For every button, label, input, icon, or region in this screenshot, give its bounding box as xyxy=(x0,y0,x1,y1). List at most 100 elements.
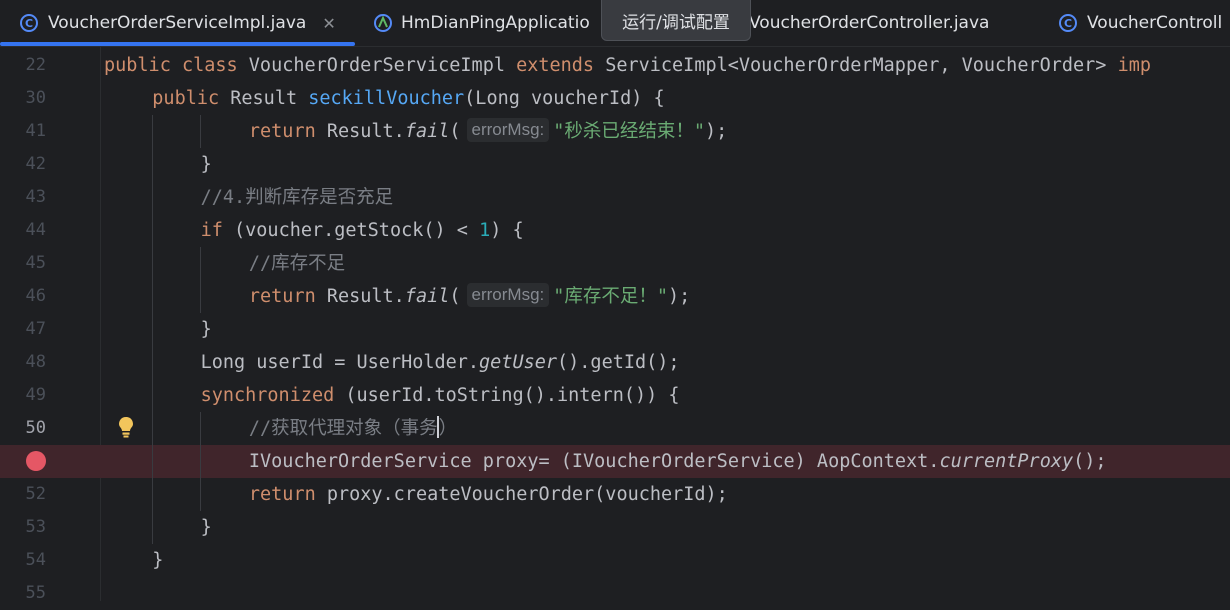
line-number[interactable]: 48 xyxy=(0,346,46,379)
code-line[interactable]: 43 //4.判断库存是否充足 xyxy=(0,181,1230,214)
tab-voucher-order-controller[interactable]: VoucherOrderController.java xyxy=(751,0,989,46)
line-number[interactable]: 41 xyxy=(0,115,46,148)
line-number[interactable]: 42 xyxy=(0,148,46,181)
line-number[interactable]: 43 xyxy=(0,181,46,214)
code-line[interactable]: 44 if (voucher.getStock() < 1) { xyxy=(0,214,1230,247)
indent-guide xyxy=(152,379,153,412)
indent-guide xyxy=(152,346,153,379)
code-text[interactable]: return Result.fail(errorMsg: "秒杀已经结束！"); xyxy=(249,115,727,148)
code-text[interactable]: } xyxy=(152,544,163,577)
indent-guide xyxy=(200,247,201,280)
code-token: VoucherOrderServiceImpl xyxy=(248,55,517,76)
line-number[interactable]: 49 xyxy=(0,379,46,412)
code-token: ().getId(); xyxy=(557,352,680,373)
lightbulb-icon[interactable] xyxy=(116,415,136,439)
code-text[interactable]: //4.判断库存是否充足 xyxy=(201,181,394,214)
code-token: ） xyxy=(438,418,458,439)
line-number[interactable]: 44 xyxy=(0,214,46,247)
code-token: proxy.createVoucherOrder(voucherId); xyxy=(326,484,728,505)
line-number[interactable]: 22 xyxy=(0,49,46,82)
code-token: fail xyxy=(404,121,450,142)
code-text[interactable]: return Result.fail(errorMsg: "库存不足！"); xyxy=(249,280,690,313)
breakpoint-icon[interactable] xyxy=(26,451,46,471)
code-token: //库存不足 xyxy=(248,253,346,274)
code-line[interactable]: 53} xyxy=(0,511,1230,544)
code-token: ) { xyxy=(490,220,524,241)
line-number[interactable]: 30 xyxy=(0,82,46,115)
line-number[interactable]: 52 xyxy=(0,478,46,511)
class-icon: C xyxy=(20,14,38,32)
code-token: (voucher.getStock() < xyxy=(234,220,480,241)
tab-voucher-order-service-impl[interactable]: C VoucherOrderServiceImpl.java ✕ xyxy=(20,0,336,46)
line-number[interactable]: 53 xyxy=(0,511,46,544)
code-line[interactable]: 52 return proxy.createVoucherOrder(vouche… xyxy=(0,478,1230,511)
code-line[interactable]: 49 synchronized (userId.toString().intern… xyxy=(0,379,1230,412)
code-text[interactable]: } xyxy=(201,511,212,544)
indent-guide xyxy=(200,115,201,148)
indent-guide xyxy=(152,280,153,313)
code-line[interactable]: 30 public Result seckillVoucher(Long vouc… xyxy=(0,82,1230,115)
indent-guide xyxy=(152,247,153,280)
indent-guide xyxy=(152,313,153,346)
code-token: ( xyxy=(449,121,461,142)
code-line[interactable]: 47} xyxy=(0,313,1230,346)
code-text[interactable]: public class VoucherOrderServiceImpl ext… xyxy=(104,49,1151,82)
code-token: (); xyxy=(1073,451,1107,472)
parameter-hint: errorMsg: xyxy=(466,118,550,142)
line-number[interactable]: 54 xyxy=(0,544,46,577)
code-token: } xyxy=(152,550,164,571)
code-line[interactable]: 22 public class VoucherOrderServiceImpl e… xyxy=(0,49,1230,82)
tab-label: VoucherControll xyxy=(1087,13,1223,33)
code-token: public class xyxy=(104,55,249,76)
tooltip-text: 运行/调试配置 xyxy=(622,12,730,33)
code-token: (userId.toString().intern()) { xyxy=(345,385,680,406)
code-line[interactable]: 42} xyxy=(0,148,1230,181)
code-line[interactable]: 48 Long userId = UserHolder.getUser().get… xyxy=(0,346,1230,379)
tab-hmdianping-application[interactable]: HmDianPingApplicatio xyxy=(373,0,601,46)
code-token: getUser xyxy=(479,352,558,373)
code-text[interactable]: } xyxy=(201,148,212,181)
code-token: ); xyxy=(705,121,728,142)
active-tab-indicator xyxy=(0,42,355,46)
code-token: (Long voucherId) { xyxy=(464,88,665,109)
code-line[interactable]: IVoucherOrderService proxy= (IVoucherOrd… xyxy=(0,445,1230,478)
code-token: //4.判断库存是否充足 xyxy=(200,187,394,208)
code-line[interactable]: 45 //库存不足 xyxy=(0,247,1230,280)
indent-guide xyxy=(152,181,153,214)
run-debug-config-tooltip: 运行/调试配置 xyxy=(601,0,751,41)
code-text[interactable]: IVoucherOrderService proxy= (IVoucherOrd… xyxy=(249,445,1107,478)
line-number[interactable]: 45 xyxy=(0,247,46,280)
code-text[interactable]: public Result seckillVoucher(Long vouche… xyxy=(152,82,664,115)
tab-voucher-controller[interactable]: C VoucherControll xyxy=(1059,0,1230,46)
code-token: } xyxy=(200,319,212,340)
code-text[interactable]: //获取代理对象（事务） xyxy=(249,412,457,445)
code-text[interactable]: //库存不足 xyxy=(249,247,345,280)
code-line[interactable]: 41 return Result.fail(errorMsg: "秒杀已经结束！")… xyxy=(0,115,1230,148)
line-number[interactable]: 46 xyxy=(0,280,46,313)
line-number[interactable]: 50 xyxy=(0,412,46,445)
code-token: return xyxy=(248,121,327,142)
code-token: imp xyxy=(1117,55,1151,76)
code-line[interactable]: 46 return Result.fail(errorMsg: "库存不足！"); xyxy=(0,280,1230,313)
code-token: 1 xyxy=(479,220,491,241)
code-line[interactable]: 50 //获取代理对象（事务） xyxy=(0,412,1230,445)
indent-guide xyxy=(152,412,153,445)
code-token: Result xyxy=(230,88,309,109)
code-token: seckillVoucher xyxy=(308,88,465,109)
line-number[interactable]: 47 xyxy=(0,313,46,346)
editor-tab-bar: C VoucherOrderServiceImpl.java ✕ HmDianP… xyxy=(0,0,1230,47)
code-line[interactable]: 55 xyxy=(0,577,1230,610)
indent-guide xyxy=(152,445,153,478)
code-editor[interactable]: 22 public class VoucherOrderServiceImpl e… xyxy=(0,47,1230,603)
code-text[interactable]: if (voucher.getStock() < 1) { xyxy=(201,214,524,247)
close-icon[interactable]: ✕ xyxy=(322,14,335,33)
code-line[interactable]: 54} xyxy=(0,544,1230,577)
code-text[interactable]: synchronized (userId.toString().intern()… xyxy=(201,379,680,412)
indent-guide xyxy=(152,148,153,181)
tab-label: HmDianPingApplicatio xyxy=(401,13,590,33)
line-number[interactable]: 55 xyxy=(0,577,46,610)
code-text[interactable]: } xyxy=(201,313,212,346)
code-token: Long userId = UserHolder. xyxy=(200,352,480,373)
code-text[interactable]: return proxy.createVoucherOrder(voucherI… xyxy=(249,478,728,511)
code-text[interactable]: Long userId = UserHolder.getUser().getId… xyxy=(201,346,680,379)
